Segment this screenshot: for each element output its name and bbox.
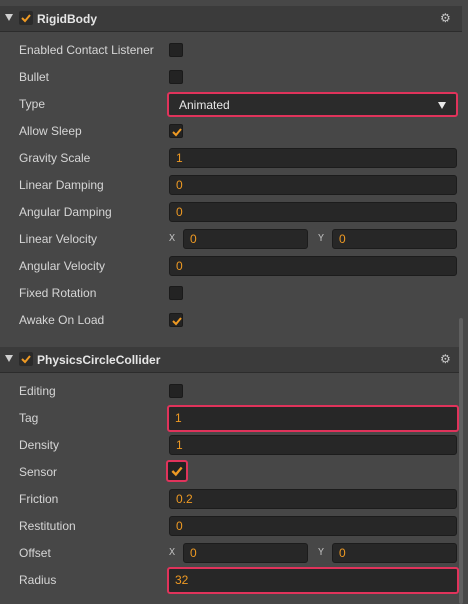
collider-enabled-checkbox[interactable] xyxy=(19,352,33,366)
density-input[interactable]: 1 xyxy=(169,435,457,455)
vertical-scrollbar[interactable] xyxy=(459,318,463,604)
enabled-contact-listener-checkbox[interactable] xyxy=(169,43,183,57)
rigidbody-title: RigidBody xyxy=(37,12,97,26)
editing-label: Editing xyxy=(19,384,56,398)
offset-y-input[interactable]: 0 xyxy=(332,543,457,563)
tag-input[interactable]: 1 xyxy=(167,405,459,432)
linear-damping-input[interactable]: 0 xyxy=(169,175,457,195)
rigidbody-enabled-checkbox[interactable] xyxy=(19,11,33,25)
checkmark-icon xyxy=(171,466,183,477)
angular-damping-input[interactable]: 0 xyxy=(169,202,457,222)
gravity-scale-input[interactable]: 1 xyxy=(169,148,457,168)
checkmark-icon xyxy=(172,128,182,137)
linear-velocity-x-axis-label: X xyxy=(169,233,176,244)
angular-velocity-label: Angular Velocity xyxy=(19,259,106,273)
radius-label: Radius xyxy=(19,573,57,587)
angular-damping-label: Angular Damping xyxy=(19,205,112,219)
offset-x-axis-label: X xyxy=(169,547,176,558)
density-label: Density xyxy=(19,438,60,452)
type-select[interactable]: Animated xyxy=(167,92,458,117)
linear-damping-label: Linear Damping xyxy=(19,178,104,192)
checkmark-icon xyxy=(21,14,31,23)
linear-velocity-y-input[interactable]: 0 xyxy=(332,229,457,249)
linear-velocity-x-input[interactable]: 0 xyxy=(183,229,308,249)
bullet-label: Bullet xyxy=(19,70,50,84)
caret-down-icon xyxy=(438,102,446,109)
offset-y-axis-label: Y xyxy=(318,547,325,558)
friction-label: Friction xyxy=(19,492,59,506)
friction-input[interactable]: 0.2 xyxy=(169,489,457,509)
chevron-down-icon[interactable] xyxy=(5,14,13,21)
bullet-checkbox[interactable] xyxy=(169,70,183,84)
sensor-label: Sensor xyxy=(19,465,58,479)
offset-label: Offset xyxy=(19,546,51,560)
allow-sleep-label: Allow Sleep xyxy=(19,124,82,138)
linear-velocity-y-axis-label: Y xyxy=(318,233,325,244)
enabled-contact-listener-label: Enabled Contact Listener xyxy=(19,43,154,57)
restitution-label: Restitution xyxy=(19,519,76,533)
fixed-rotation-label: Fixed Rotation xyxy=(19,286,97,300)
awake-on-load-checkbox[interactable] xyxy=(169,313,183,327)
gravity-scale-label: Gravity Scale xyxy=(19,151,91,165)
type-label: Type xyxy=(19,97,46,111)
rigidbody-header[interactable]: RigidBody ⚙ xyxy=(0,6,462,32)
sensor-checkbox[interactable] xyxy=(166,460,188,482)
allow-sleep-checkbox[interactable] xyxy=(169,124,183,138)
checkmark-icon xyxy=(172,317,182,326)
chevron-down-icon[interactable] xyxy=(5,355,13,362)
tag-label: Tag xyxy=(19,411,39,425)
linear-velocity-label: Linear Velocity xyxy=(19,232,98,246)
gear-icon[interactable]: ⚙ xyxy=(440,11,451,25)
offset-x-input[interactable]: 0 xyxy=(183,543,308,563)
collider-title: PhysicsCircleCollider xyxy=(37,353,161,367)
angular-velocity-input[interactable]: 0 xyxy=(169,256,457,276)
type-select-value: Animated xyxy=(179,98,230,112)
gear-icon[interactable]: ⚙ xyxy=(440,352,451,366)
collider-header[interactable]: PhysicsCircleCollider ⚙ xyxy=(0,347,462,373)
editing-checkbox[interactable] xyxy=(169,384,183,398)
awake-on-load-label: Awake On Load xyxy=(19,313,105,327)
checkmark-icon xyxy=(21,355,31,364)
radius-input[interactable]: 32 xyxy=(167,567,459,594)
restitution-input[interactable]: 0 xyxy=(169,516,457,536)
fixed-rotation-checkbox[interactable] xyxy=(169,286,183,300)
